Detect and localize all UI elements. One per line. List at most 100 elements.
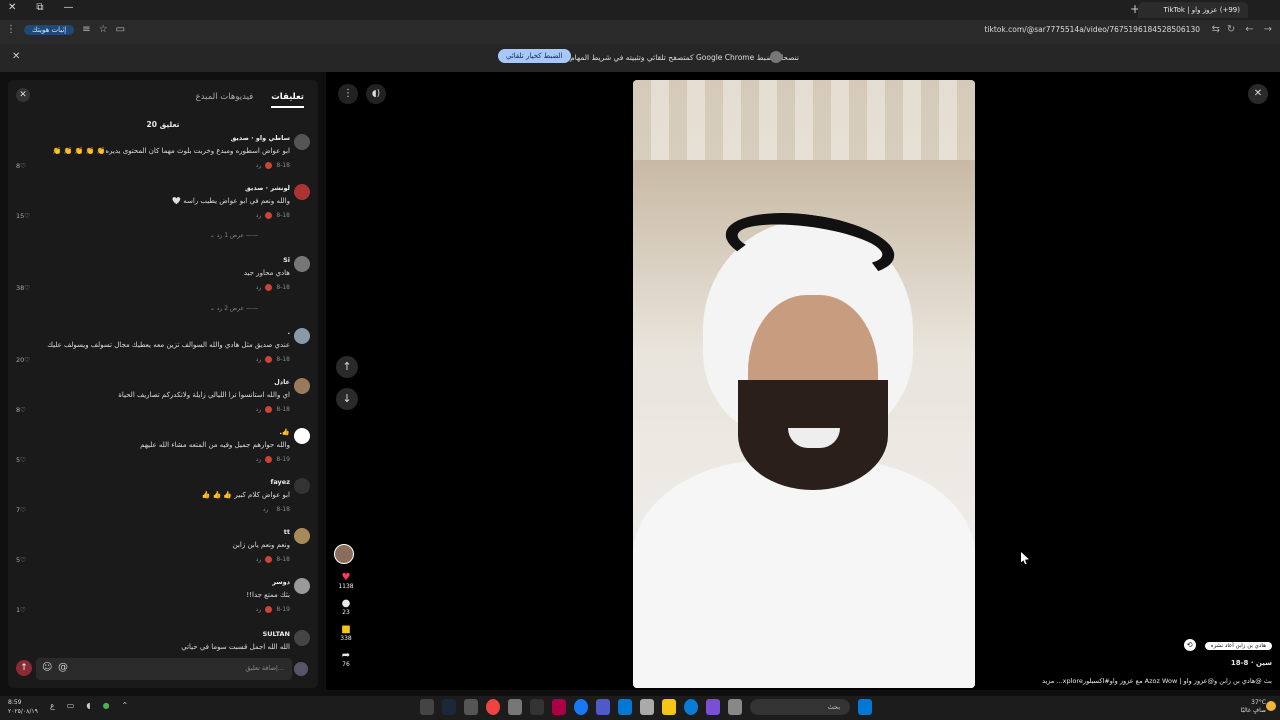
- taskbar-search[interactable]: بحث: [750, 699, 850, 715]
- app-icon[interactable]: [508, 699, 522, 715]
- comment-author[interactable]: SULTAN: [263, 630, 290, 638]
- comment-author[interactable]: .: [288, 328, 290, 336]
- reload-icon[interactable]: ↻: [1227, 24, 1235, 35]
- microphone-icon[interactable]: ●: [103, 701, 110, 710]
- set-default-button[interactable]: الضبط كخيار تلقائي: [498, 49, 571, 63]
- comment-like-button[interactable]: 15♡: [16, 212, 30, 220]
- comment-like-button[interactable]: 8♡: [16, 406, 26, 414]
- clock[interactable]: 8:59 ٢٠٢٥/٠٨/١٩: [8, 698, 38, 716]
- avatar[interactable]: [294, 184, 310, 200]
- comment-author[interactable]: tt: [284, 528, 290, 536]
- avatar[interactable]: [294, 328, 310, 344]
- reply-button[interactable]: رد: [256, 406, 262, 413]
- copilot-app-icon[interactable]: [706, 699, 720, 715]
- comment-action[interactable]: ● 23: [334, 598, 358, 616]
- comment-like-button[interactable]: 5♡: [16, 456, 26, 464]
- comment-like-button[interactable]: 1♡: [16, 606, 26, 614]
- previous-video-icon[interactable]: ↑: [336, 356, 358, 378]
- verify-identity-button[interactable]: إثبات هويتك: [24, 24, 75, 35]
- reading-list-icon[interactable]: ≡: [82, 24, 90, 35]
- cast-icon[interactable]: ▭: [116, 24, 125, 35]
- video-author[interactable]: سين · 8-18: [1022, 659, 1272, 667]
- banner-close-icon[interactable]: ✕: [12, 51, 20, 62]
- tab-creator-videos[interactable]: فيديوهات المبدع: [196, 92, 254, 108]
- reply-button[interactable]: رد: [256, 162, 262, 169]
- facebook-icon[interactable]: [574, 699, 588, 715]
- reply-button[interactable]: رد: [256, 456, 262, 463]
- weather-widget[interactable]: 37°C صافٍ غالبًا: [1241, 699, 1266, 715]
- more-options-icon[interactable]: ⋮: [338, 84, 358, 104]
- next-video-icon[interactable]: ↓: [336, 388, 358, 410]
- comment-like-button[interactable]: 8♡: [16, 162, 26, 170]
- calendar-icon[interactable]: [640, 699, 654, 715]
- avatar[interactable]: [294, 256, 310, 272]
- reply-button[interactable]: رد: [263, 506, 269, 513]
- browser-titlebar: ✕ ⧉ — + ✕ (99+) عزوز واو | TikTok: [0, 0, 1280, 20]
- comment-author[interactable]: دوسر: [272, 578, 290, 586]
- file-explorer-icon[interactable]: [662, 699, 676, 715]
- tray-chevron-icon[interactable]: ⌃: [122, 701, 129, 710]
- comment-author[interactable]: fayez: [271, 478, 290, 486]
- comment-like-button[interactable]: 20♡: [16, 356, 30, 364]
- like-action[interactable]: ♥ 1138: [334, 572, 358, 590]
- steam-icon[interactable]: [442, 699, 456, 715]
- view-replies-button[interactable]: —— عرض 1 رد ⌄: [210, 232, 258, 239]
- avatar[interactable]: [294, 378, 310, 394]
- video-player[interactable]: [633, 80, 975, 688]
- volume-icon[interactable]: ◖: [86, 701, 90, 710]
- comment-like-button[interactable]: 7♡: [16, 506, 26, 514]
- language-indicator[interactable]: ع: [50, 701, 55, 710]
- reply-button[interactable]: رد: [256, 556, 262, 563]
- reply-button[interactable]: رد: [256, 606, 262, 613]
- close-panel-icon[interactable]: ✕: [16, 88, 30, 102]
- avatar[interactable]: [294, 478, 310, 494]
- repost-label[interactable]: هادي بن زابن أعاد نشره: [1204, 642, 1272, 650]
- bookmark-star-icon[interactable]: ☆: [99, 24, 108, 35]
- edge-icon[interactable]: [684, 699, 698, 715]
- comment-like-button[interactable]: 5♡: [16, 556, 26, 564]
- back-icon[interactable]: →: [1264, 24, 1272, 35]
- thobe-shape: [633, 460, 975, 688]
- app-icon[interactable]: [530, 699, 544, 715]
- reply-button[interactable]: رد: [256, 284, 262, 291]
- avatar[interactable]: [294, 578, 310, 594]
- avatar[interactable]: [294, 630, 310, 646]
- minimize-window-icon[interactable]: —: [64, 2, 74, 13]
- view-replies-button[interactable]: —— عرض 2 رد ⌄: [210, 305, 258, 312]
- avatar[interactable]: [294, 134, 310, 150]
- comment-author[interactable]: 👍.: [279, 428, 290, 436]
- close-window-icon[interactable]: ✕: [8, 2, 16, 13]
- network-icon[interactable]: ▭: [67, 701, 75, 710]
- menu-icon[interactable]: ⋮: [6, 24, 16, 35]
- forward-icon[interactable]: ←: [1245, 24, 1253, 35]
- extension-icon[interactable]: ⇆: [1212, 24, 1220, 35]
- reply-button[interactable]: رد: [256, 356, 262, 363]
- app-icon[interactable]: [552, 699, 566, 715]
- start-icon[interactable]: [858, 699, 872, 715]
- avatar[interactable]: [294, 428, 310, 444]
- save-action[interactable]: ■ 338: [334, 624, 358, 642]
- reply-button[interactable]: رد: [256, 212, 262, 219]
- maximize-window-icon[interactable]: ⧉: [36, 2, 43, 13]
- comment-input[interactable]: ☺ @ إضافة تعليق...: [36, 658, 292, 680]
- avatar[interactable]: [294, 528, 310, 544]
- comment-author[interactable]: لونشر · صديق: [245, 184, 290, 192]
- app-icon[interactable]: [464, 699, 478, 715]
- send-button[interactable]: ↑: [16, 660, 32, 676]
- teams-icon[interactable]: [596, 699, 610, 715]
- browser-tab[interactable]: (99+) عزوز واو | TikTok: [1138, 2, 1248, 18]
- creator-avatar[interactable]: [334, 544, 354, 564]
- mail-icon[interactable]: [618, 699, 632, 715]
- sound-icon[interactable]: ◖): [366, 84, 386, 104]
- comment-author[interactable]: ساطي واو · صديق: [231, 134, 290, 142]
- comment-author[interactable]: Si: [283, 256, 290, 264]
- copilot-icon[interactable]: [420, 699, 434, 715]
- app-icon[interactable]: [728, 699, 742, 715]
- comment-author[interactable]: عادل: [274, 378, 290, 386]
- tab-comments[interactable]: تعليقات: [271, 92, 304, 108]
- share-action[interactable]: ➦ 76: [334, 650, 358, 668]
- comment-like-button[interactable]: 38♡: [16, 284, 30, 292]
- url-field[interactable]: tiktok.com/@sar7775514a/video/7675196184…: [985, 25, 1200, 34]
- chrome-icon[interactable]: [486, 699, 500, 715]
- close-video-icon[interactable]: ✕: [1248, 84, 1268, 104]
